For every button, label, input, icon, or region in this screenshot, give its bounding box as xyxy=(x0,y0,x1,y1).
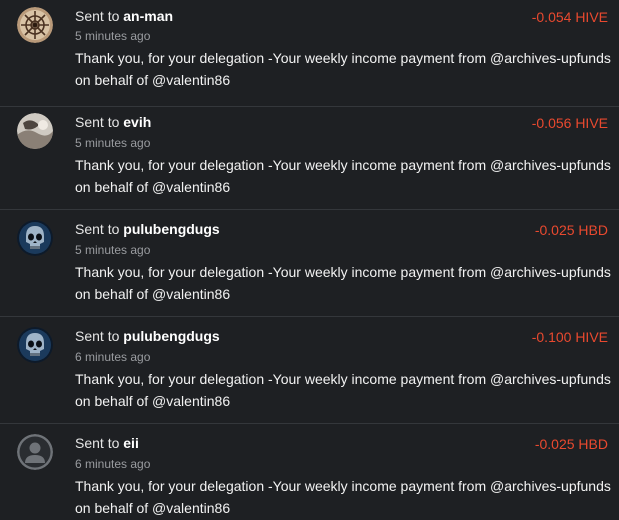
transfer-prefix: Sent to xyxy=(75,328,120,344)
memo-text: Thank you, for your delegation -Your wee… xyxy=(75,50,611,88)
recipient-username[interactable]: pulubengdugs xyxy=(123,328,219,344)
transfer-headline: Sent to evih xyxy=(75,113,151,131)
memo-text: Thank you, for your delegation -Your wee… xyxy=(75,478,611,516)
skull-avatar-icon[interactable] xyxy=(17,220,53,256)
recipient-username[interactable]: eii xyxy=(123,435,139,451)
memo-text: Thank you, for your delegation -Your wee… xyxy=(75,264,611,302)
transfer-headline: Sent to pulubengdugs xyxy=(75,327,220,345)
transaction-row: Sent to evih 5 minutes ago -0.056 HIVE T… xyxy=(0,103,619,210)
timestamp: 5 minutes ago xyxy=(75,136,151,150)
transfer-headline: Sent to pulubengdugs xyxy=(75,220,220,238)
transfer-prefix: Sent to xyxy=(75,435,120,451)
photo-avatar-icon[interactable] xyxy=(17,113,53,149)
transaction-feed: Sent to an-man 5 minutes ago -0.054 HIVE… xyxy=(0,0,619,520)
timestamp: 5 minutes ago xyxy=(75,29,151,43)
amount: -0.054 HIVE xyxy=(531,9,608,25)
timestamp: 6 minutes ago xyxy=(75,350,151,364)
transfer-prefix: Sent to xyxy=(75,8,120,24)
transfer-headline: Sent to eii xyxy=(75,434,139,452)
transaction-row: Sent to pulubengdugs 6 minutes ago -0.10… xyxy=(0,317,619,424)
recipient-username[interactable]: pulubengdugs xyxy=(123,221,219,237)
skull-avatar-icon[interactable] xyxy=(17,327,53,363)
transfer-headline: Sent to an-man xyxy=(75,7,173,25)
amount: -0.025 HBD xyxy=(534,222,608,238)
amount: -0.056 HIVE xyxy=(531,115,608,131)
memo-text: Thank you, for your delegation -Your wee… xyxy=(75,157,611,195)
transaction-row: Sent to eii 6 minutes ago -0.025 HBD Tha… xyxy=(0,424,619,520)
transaction-row: Sent to an-man 5 minutes ago -0.054 HIVE… xyxy=(0,0,619,107)
amount: -0.025 HBD xyxy=(534,436,608,452)
recipient-username[interactable]: an-man xyxy=(123,8,173,24)
timestamp: 6 minutes ago xyxy=(75,457,151,471)
recipient-username[interactable]: evih xyxy=(123,114,151,130)
mandala-avatar-icon[interactable] xyxy=(17,7,53,43)
transfer-prefix: Sent to xyxy=(75,114,120,130)
transaction-row: Sent to pulubengdugs 5 minutes ago -0.02… xyxy=(0,210,619,317)
timestamp: 5 minutes ago xyxy=(75,243,151,257)
transfer-prefix: Sent to xyxy=(75,221,120,237)
amount: -0.100 HIVE xyxy=(531,329,608,345)
default-user-avatar-icon[interactable] xyxy=(17,434,53,470)
memo-text: Thank you, for your delegation -Your wee… xyxy=(75,371,611,409)
